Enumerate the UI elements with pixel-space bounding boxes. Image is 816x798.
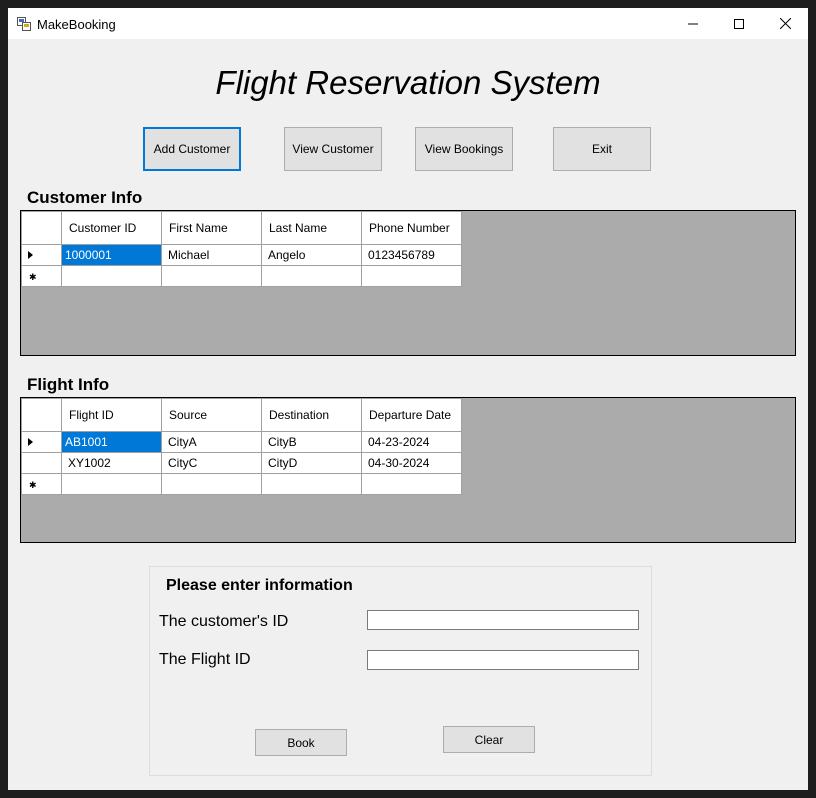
column-header[interactable]: Customer ID — [61, 211, 162, 245]
customer-id-input[interactable] — [367, 610, 639, 630]
new-row-icon: ✱ — [29, 272, 37, 282]
table-cell[interactable]: CityB — [261, 431, 362, 453]
title-bar[interactable]: MakeBooking — [8, 8, 808, 39]
customer-info-title: Customer Info — [27, 188, 143, 207]
row-header[interactable] — [21, 452, 62, 474]
book-button[interactable]: Book — [255, 729, 347, 756]
table-cell[interactable] — [261, 473, 362, 495]
new-row[interactable]: ✱ — [21, 473, 462, 495]
row-header[interactable]: ✱ — [21, 473, 62, 495]
minimize-icon — [688, 23, 698, 24]
table-cell[interactable]: CityA — [161, 431, 262, 453]
add-customer-button[interactable]: Add Customer — [143, 127, 241, 171]
table-cell[interactable]: Michael — [161, 244, 262, 266]
page-title: Flight Reservation System — [215, 64, 601, 101]
booking-form-panel: Please enter information The customer's … — [149, 566, 652, 776]
table-cell[interactable] — [361, 265, 462, 287]
app-icon — [17, 17, 31, 31]
table-row[interactable]: XY1002 CityC CityD 04-30-2024 — [21, 452, 462, 474]
close-icon — [779, 18, 791, 29]
table-cell[interactable] — [161, 473, 262, 495]
table-cell[interactable]: Angelo — [261, 244, 362, 266]
current-row-icon — [28, 251, 33, 259]
clear-button[interactable]: Clear — [443, 726, 535, 753]
table-cell[interactable]: AB1001 — [61, 431, 162, 453]
table-cell[interactable]: CityC — [161, 452, 262, 474]
table-cell[interactable]: 1000001 — [61, 244, 162, 266]
table-cell[interactable] — [61, 473, 162, 495]
minimize-button[interactable] — [670, 8, 716, 39]
maximize-icon — [734, 18, 744, 29]
row-header-corner[interactable] — [21, 398, 62, 432]
table-row[interactable]: AB1001 CityA CityB 04-23-2024 — [21, 431, 462, 453]
view-customer-button[interactable]: View Customer — [284, 127, 382, 171]
row-header-corner[interactable] — [21, 211, 62, 245]
current-row-icon — [28, 438, 33, 446]
table-cell[interactable] — [61, 265, 162, 287]
table-cell[interactable] — [361, 473, 462, 495]
table-cell[interactable]: 0123456789 — [361, 244, 462, 266]
flight-id-input[interactable] — [367, 650, 639, 670]
column-header[interactable]: Flight ID — [61, 398, 162, 432]
table-cell[interactable]: 04-30-2024 — [361, 452, 462, 474]
table-row[interactable]: 1000001 Michael Angelo 0123456789 — [21, 244, 462, 266]
column-header[interactable]: Destination — [261, 398, 362, 432]
view-bookings-button[interactable]: View Bookings — [415, 127, 513, 171]
flight-info-title: Flight Info — [27, 375, 110, 394]
flight-id-label: The Flight ID — [159, 651, 251, 668]
table-cell[interactable]: XY1002 — [61, 452, 162, 474]
table-header-row: Flight ID Source Destination Departure D… — [21, 398, 462, 432]
table-cell[interactable]: CityD — [261, 452, 362, 474]
form-heading: Please enter information — [166, 577, 353, 594]
row-header[interactable] — [21, 244, 62, 266]
table-header-row: Customer ID First Name Last Name Phone N… — [21, 211, 462, 245]
new-row-icon: ✱ — [29, 480, 37, 490]
customer-grid[interactable]: Customer ID First Name Last Name Phone N… — [20, 210, 796, 356]
flight-grid[interactable]: Flight ID Source Destination Departure D… — [20, 397, 796, 543]
makebooking-window: MakeBooking Flight Reservation System Ad… — [8, 8, 808, 790]
close-button[interactable] — [762, 8, 808, 39]
new-row[interactable]: ✱ — [21, 265, 462, 287]
column-header[interactable]: Source — [161, 398, 262, 432]
table-cell[interactable]: 04-23-2024 — [361, 431, 462, 453]
column-header[interactable]: Departure Date — [361, 398, 462, 432]
maximize-button[interactable] — [716, 8, 762, 39]
column-header[interactable]: Phone Number — [361, 211, 462, 245]
column-header[interactable]: First Name — [161, 211, 262, 245]
customer-table: Customer ID First Name Last Name Phone N… — [21, 211, 462, 287]
exit-button[interactable]: Exit — [553, 127, 651, 171]
column-header[interactable]: Last Name — [261, 211, 362, 245]
window-title: MakeBooking — [37, 17, 116, 32]
table-cell[interactable] — [161, 265, 262, 287]
row-header[interactable] — [21, 431, 62, 453]
customer-id-label: The customer's ID — [159, 613, 289, 630]
row-header[interactable]: ✱ — [21, 265, 62, 287]
flight-table: Flight ID Source Destination Departure D… — [21, 398, 462, 495]
table-cell[interactable] — [261, 265, 362, 287]
